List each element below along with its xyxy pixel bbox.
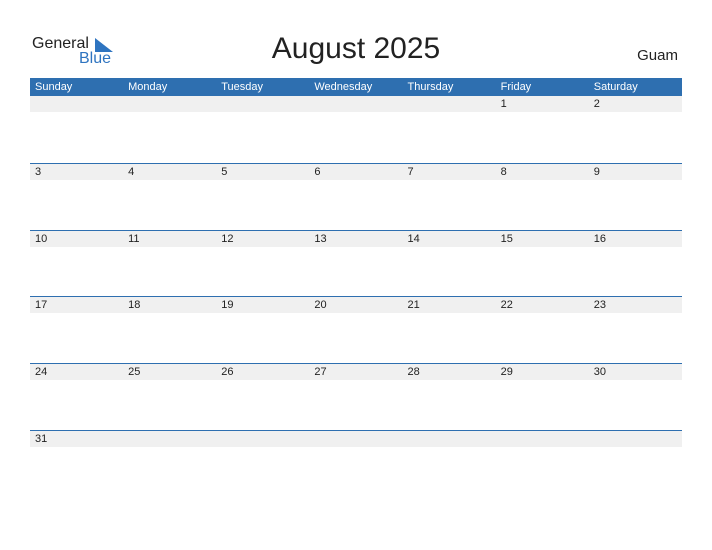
day-cell: 26 (221, 366, 234, 379)
day-cell: 14 (407, 232, 420, 245)
weekday-monday: Monday (128, 81, 168, 93)
day-cell (496, 431, 589, 447)
day-number-strip: 31 (30, 430, 682, 447)
weekday-thursday: Thursday (407, 81, 454, 93)
day-cell: 25 (128, 366, 141, 379)
weekday-saturday: Saturday (593, 81, 638, 93)
week-row: 10 11 12 13 14 15 16 (30, 229, 682, 297)
day-cell: 18 (128, 299, 141, 312)
day-cell (123, 431, 216, 447)
day-cell: 4 (128, 166, 135, 178)
day-cell: 13 (314, 232, 327, 245)
day-cell (30, 96, 123, 112)
week-row: 12 (30, 96, 682, 163)
weekday-friday: Friday (500, 81, 532, 93)
day-cell: 22 (500, 299, 513, 312)
day-cell: 6 (314, 166, 321, 178)
day-cell: 17 (35, 299, 48, 312)
day-number-strip: 12 (30, 96, 682, 112)
day-cell: 12 (221, 232, 234, 245)
day-cell (309, 96, 402, 112)
day-cell: 20 (314, 299, 327, 312)
day-cell: 29 (500, 366, 513, 379)
day-cell (123, 96, 216, 112)
day-cell: 23 (593, 299, 606, 312)
calendar-title: August 2025 (271, 32, 441, 65)
day-cell: 8 (500, 166, 507, 178)
day-cell: 30 (593, 366, 606, 379)
day-number-strip: 3 4 5 6 7 8 9 (30, 164, 682, 180)
week-row: 17 18 19 20 21 22 23 (30, 296, 682, 363)
weekday-tuesday: Tuesday (221, 81, 264, 93)
day-cell: 15 (500, 232, 513, 245)
day-number-strip: 24 25 26 27 28 29 30 (30, 364, 682, 381)
day-cell: 5 (221, 166, 228, 178)
day-number-strip: 17 18 19 20 21 22 23 (30, 297, 682, 314)
day-cell: 28 (407, 366, 420, 379)
day-cell (403, 431, 496, 447)
day-cell: 27 (314, 366, 327, 379)
region-label: Guam (637, 47, 678, 64)
day-cell: 7 (407, 166, 414, 178)
day-cell: 31 (35, 432, 48, 445)
day-cell: 11 (128, 232, 140, 245)
week-row: 31 (30, 429, 682, 497)
weekday-sunday: Sunday (35, 81, 73, 93)
day-cell: 2 (593, 98, 600, 110)
day-cell: 24 (35, 366, 48, 379)
calendar-grid: Sunday Monday Tuesday Wednesday Thursday… (30, 78, 682, 496)
day-number-strip: 10 11 12 13 14 15 16 (30, 230, 682, 247)
day-cell: 3 (35, 166, 42, 178)
day-cell (216, 96, 309, 112)
weekday-header: Sunday Monday Tuesday Wednesday Thursday… (30, 78, 682, 96)
day-cell (216, 431, 309, 447)
day-cell: 19 (221, 299, 234, 312)
weekday-wednesday: Wednesday (314, 81, 373, 93)
day-cell: 1 (500, 98, 507, 110)
day-cell: 16 (593, 232, 606, 245)
day-cell (309, 431, 402, 447)
day-cell (403, 96, 496, 112)
day-cell (589, 431, 682, 447)
day-cell: 9 (593, 166, 600, 178)
week-row: 3 4 5 6 7 8 9 (30, 163, 682, 230)
day-cell: 10 (35, 232, 48, 245)
week-row: 24 25 26 27 28 29 30 (30, 363, 682, 430)
day-cell: 21 (407, 299, 420, 312)
